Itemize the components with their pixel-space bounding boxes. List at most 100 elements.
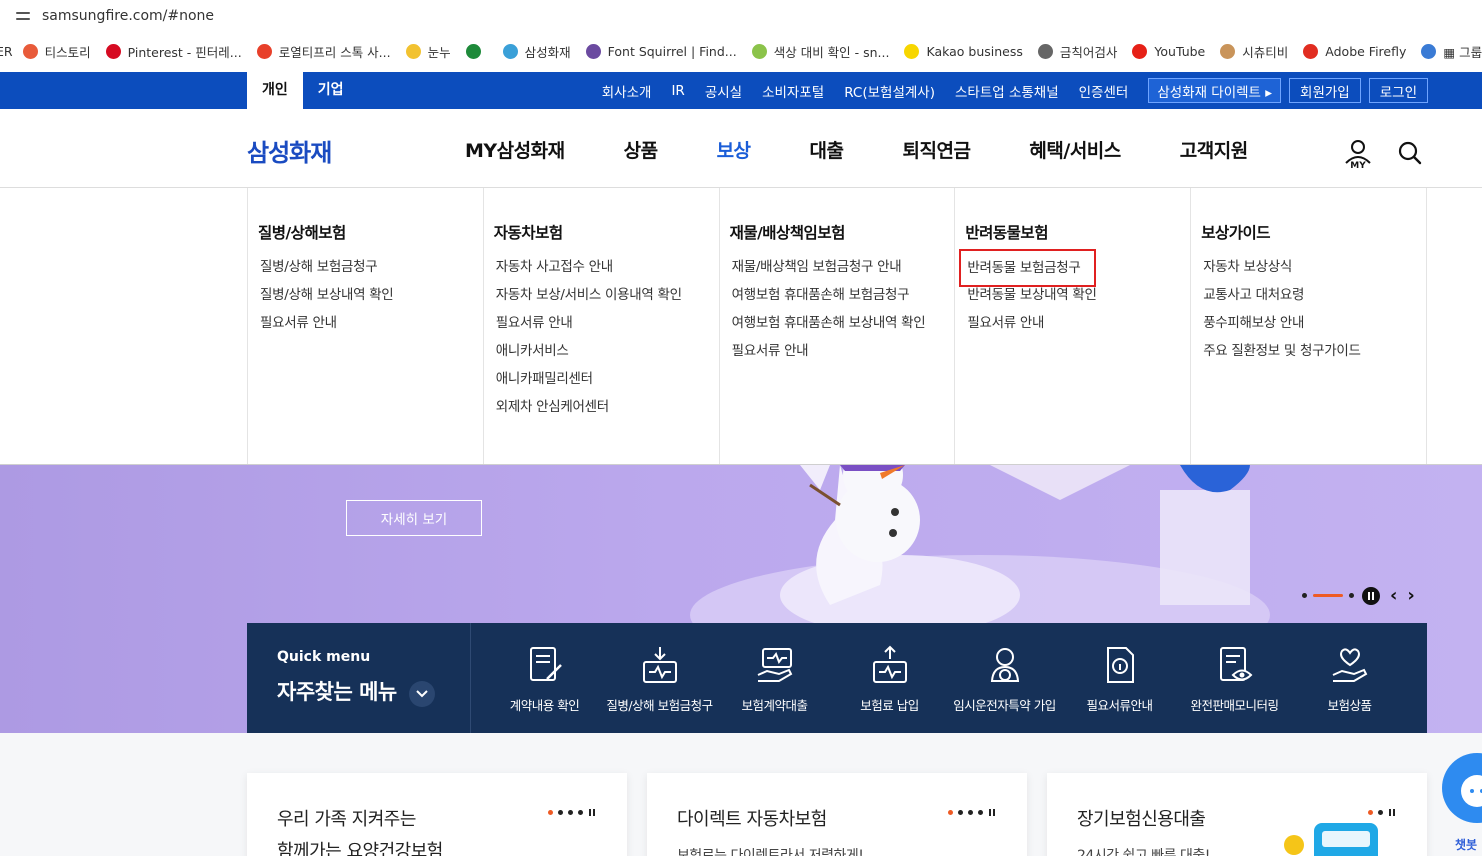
mega-menu-heading[interactable]: 질병/상해보험 bbox=[258, 221, 483, 243]
card-subtitle: 보험료는 다이렉트라서 저렴하게! bbox=[677, 848, 864, 856]
product-card[interactable]: 우리 가족 지켜주는 함께가는 요양건강보험 bbox=[247, 773, 627, 856]
link-rc[interactable]: RC(보험설계사) bbox=[844, 81, 935, 101]
menu-compensation[interactable]: 보상 bbox=[717, 136, 751, 163]
link-startup[interactable]: 스타트업 소통채널 bbox=[955, 81, 1059, 101]
quick-menu-item[interactable]: 질병/상해 보험금청구 bbox=[602, 623, 717, 733]
quick-menu: Quick menu 자주찾는 메뉴 계약내용 확인 질병/상해 보험금청구 보험계… bbox=[247, 623, 1427, 733]
quick-menu-header: Quick menu 자주찾는 메뉴 bbox=[247, 623, 471, 733]
address-bar[interactable]: samsungfire.com/#none bbox=[0, 0, 1482, 32]
mega-menu-link[interactable]: 질병/상해 보험금청구 bbox=[258, 257, 483, 285]
mega-menu-link[interactable]: 자동차 사고접수 안내 bbox=[494, 257, 719, 285]
document-info-icon bbox=[1106, 647, 1134, 683]
bookmark-item[interactable]: 로열티프리 스톡 사... bbox=[256, 42, 391, 61]
link-certification[interactable]: 인증센터 bbox=[1079, 81, 1129, 101]
quick-menu-item[interactable]: 계약내용 확인 bbox=[487, 623, 602, 733]
link-company[interactable]: 회사소개 bbox=[602, 81, 652, 101]
bookmark-item[interactable]: YouTube bbox=[1132, 43, 1205, 59]
bookmark-item[interactable]: 금칙어검사 bbox=[1037, 42, 1117, 61]
mega-menu-heading[interactable]: 반려동물보험 bbox=[965, 221, 1190, 243]
join-button[interactable]: 회원가입 bbox=[1289, 78, 1361, 103]
bookmark-item[interactable]: 삼성화재 bbox=[502, 42, 571, 61]
mega-menu-column: 자동차보험자동차 사고접수 안내 자동차 보상/서비스 이용내역 확인 필요서류 안… bbox=[484, 188, 720, 464]
quick-menu-item[interactable]: 보험상품 bbox=[1292, 623, 1407, 733]
link-consumer-portal[interactable]: 소비자포털 bbox=[762, 81, 824, 101]
bookmark-item[interactable]: 색상 대비 확인 - sn... bbox=[751, 42, 889, 61]
quick-menu-item[interactable]: 보험계약대출 bbox=[717, 623, 832, 733]
menu-support[interactable]: 고객지원 bbox=[1180, 136, 1248, 163]
mega-menu-link[interactable]: 필요서류 안내 bbox=[494, 313, 719, 341]
direct-button[interactable]: 삼성화재 다이렉트 ▸ bbox=[1148, 78, 1282, 103]
calculator-icon bbox=[1284, 823, 1378, 856]
tab-personal[interactable]: 개인 bbox=[247, 72, 303, 109]
mega-menu-link[interactable]: 외제차 안심케어센터 bbox=[494, 397, 719, 425]
mega-menu-link[interactable]: 반려동물 보상내역 확인 bbox=[965, 285, 1190, 313]
mega-menu-link[interactable]: 반려동물 보험금청구 bbox=[959, 249, 1097, 287]
prev-arrow-icon[interactable]: ‹ bbox=[1390, 585, 1397, 606]
bookmark-item[interactable]: ER bbox=[0, 44, 13, 59]
bookmark-item[interactable]: Font Squirrel | Find... bbox=[585, 43, 737, 59]
bookmark-item[interactable]: ▦ 그룹웨 bbox=[1421, 42, 1482, 61]
menu-my[interactable]: MY삼성화재 bbox=[465, 136, 565, 163]
quick-menu-item[interactable]: 임시운전자특약 가입 bbox=[947, 623, 1062, 733]
mega-menu-link[interactable]: 여행보험 휴대품손해 보상내역 확인 bbox=[730, 313, 955, 341]
mega-menu-link[interactable]: 필요서류 안내 bbox=[730, 341, 955, 369]
pause-icon[interactable] bbox=[1362, 586, 1380, 605]
chevron-down-icon[interactable] bbox=[409, 681, 435, 707]
bookmark-label: Kakao business bbox=[926, 43, 1023, 59]
quick-menu-title: Quick menu bbox=[277, 649, 371, 665]
quick-menu-item[interactable]: 필요서류안내 bbox=[1062, 623, 1177, 733]
url-text[interactable]: samsungfire.com/#none bbox=[42, 8, 214, 24]
menu-loan[interactable]: 대출 bbox=[810, 136, 844, 163]
menu-pension[interactable]: 퇴직연금 bbox=[903, 136, 971, 163]
slide-dot[interactable] bbox=[1302, 593, 1307, 598]
mega-menu-link[interactable]: 애니카서비스 bbox=[494, 341, 719, 369]
card-indicator bbox=[543, 809, 591, 816]
menu-benefits[interactable]: 혜택/서비스 bbox=[1029, 136, 1121, 163]
mega-menu-link[interactable]: 애니카패밀리센터 bbox=[494, 369, 719, 397]
product-cards-section: 우리 가족 지켜주는 함께가는 요양건강보험 다이렉트 자동차보험 보험료는 다… bbox=[0, 733, 1482, 856]
utility-links: 회사소개 IR 공시실 소비자포털 RC(보험설계사) 스타트업 소통채널 인증… bbox=[582, 72, 1428, 109]
card-indicator bbox=[1363, 809, 1391, 816]
bookmark-item[interactable]: 눈누 bbox=[405, 42, 451, 61]
link-disclosure[interactable]: 공시실 bbox=[705, 81, 742, 101]
quick-menu-item[interactable]: 완전판매모니터링 bbox=[1177, 623, 1292, 733]
mega-menu-link[interactable]: 질병/상해 보상내역 확인 bbox=[258, 285, 483, 313]
mega-menu-link[interactable]: 자동차 보상상식 bbox=[1201, 257, 1426, 285]
search-icon[interactable] bbox=[1397, 140, 1423, 166]
link-ir[interactable]: IR bbox=[671, 83, 684, 99]
view-details-button[interactable]: 자세히 보기 bbox=[346, 500, 482, 536]
mega-menu-link[interactable]: 여행보험 휴대품손해 보험금청구 bbox=[730, 285, 955, 313]
mega-menu-link[interactable]: 교통사고 대처요령 bbox=[1201, 285, 1426, 313]
bookmark-label: ▦ 그룹웨 bbox=[1443, 44, 1482, 60]
mega-menu-link[interactable]: 재물/배상책임 보험금청구 안내 bbox=[730, 257, 955, 285]
product-card[interactable]: 다이렉트 자동차보험 보험료는 다이렉트라서 저렴하게! bbox=[647, 773, 1027, 856]
mega-menu-heading[interactable]: 자동차보험 bbox=[494, 221, 719, 243]
next-arrow-icon[interactable]: › bbox=[1407, 585, 1414, 606]
mega-menu-column: 재물/배상책임보험재물/배상책임 보험금청구 안내 여행보험 휴대품손해 보험금청… bbox=[720, 188, 956, 464]
bookmark-item[interactable] bbox=[465, 43, 488, 59]
mega-menu-link[interactable]: 주요 질환정보 및 청구가이드 bbox=[1201, 341, 1426, 369]
mega-menu-heading[interactable]: 재물/배상책임보험 bbox=[730, 221, 955, 243]
my-page-icon[interactable]: MY bbox=[1343, 139, 1373, 169]
bookmark-item[interactable]: Adobe Firefly bbox=[1303, 43, 1406, 59]
mega-menu-link[interactable]: 필요서류 안내 bbox=[965, 313, 1190, 341]
site-settings-icon[interactable] bbox=[16, 10, 30, 22]
chatbot-button[interactable] bbox=[1442, 753, 1482, 823]
login-button[interactable]: 로그인 bbox=[1368, 78, 1428, 103]
bookmark-item[interactable]: Kakao business bbox=[904, 43, 1023, 59]
quick-menu-item[interactable]: 보험료 납입 bbox=[832, 623, 947, 733]
mega-menu-column: 질병/상해보험질병/상해 보험금청구 질병/상해 보상내역 확인 필요서류 안내 bbox=[248, 188, 484, 464]
tab-corporate[interactable]: 기업 bbox=[303, 72, 359, 109]
mega-menu-link[interactable]: 풍수피해보상 안내 bbox=[1201, 313, 1426, 341]
mega-menu-link[interactable]: 필요서류 안내 bbox=[258, 313, 483, 341]
bookmark-item[interactable]: 티스토리 bbox=[22, 42, 91, 61]
slide-dot[interactable] bbox=[1349, 593, 1354, 598]
bookmark-item[interactable]: Pinterest - 핀터레... bbox=[105, 42, 242, 61]
menu-products[interactable]: 상품 bbox=[624, 136, 658, 163]
mega-menu-heading[interactable]: 보상가이드 bbox=[1201, 221, 1426, 243]
product-card[interactable]: 장기보험신용대출 24시간 쉽고 빠른 대출! bbox=[1047, 773, 1427, 856]
mega-menu-link[interactable]: 자동차 보상/서비스 이용내역 확인 bbox=[494, 285, 719, 313]
logo[interactable]: 삼성화재 bbox=[247, 133, 332, 168]
main-navigation: 삼성화재 MY삼성화재 상품 보상 대출 퇴직연금 혜택/서비스 고객지원 MY bbox=[0, 109, 1482, 188]
bookmark-item[interactable]: 시츄티비 bbox=[1220, 42, 1288, 61]
